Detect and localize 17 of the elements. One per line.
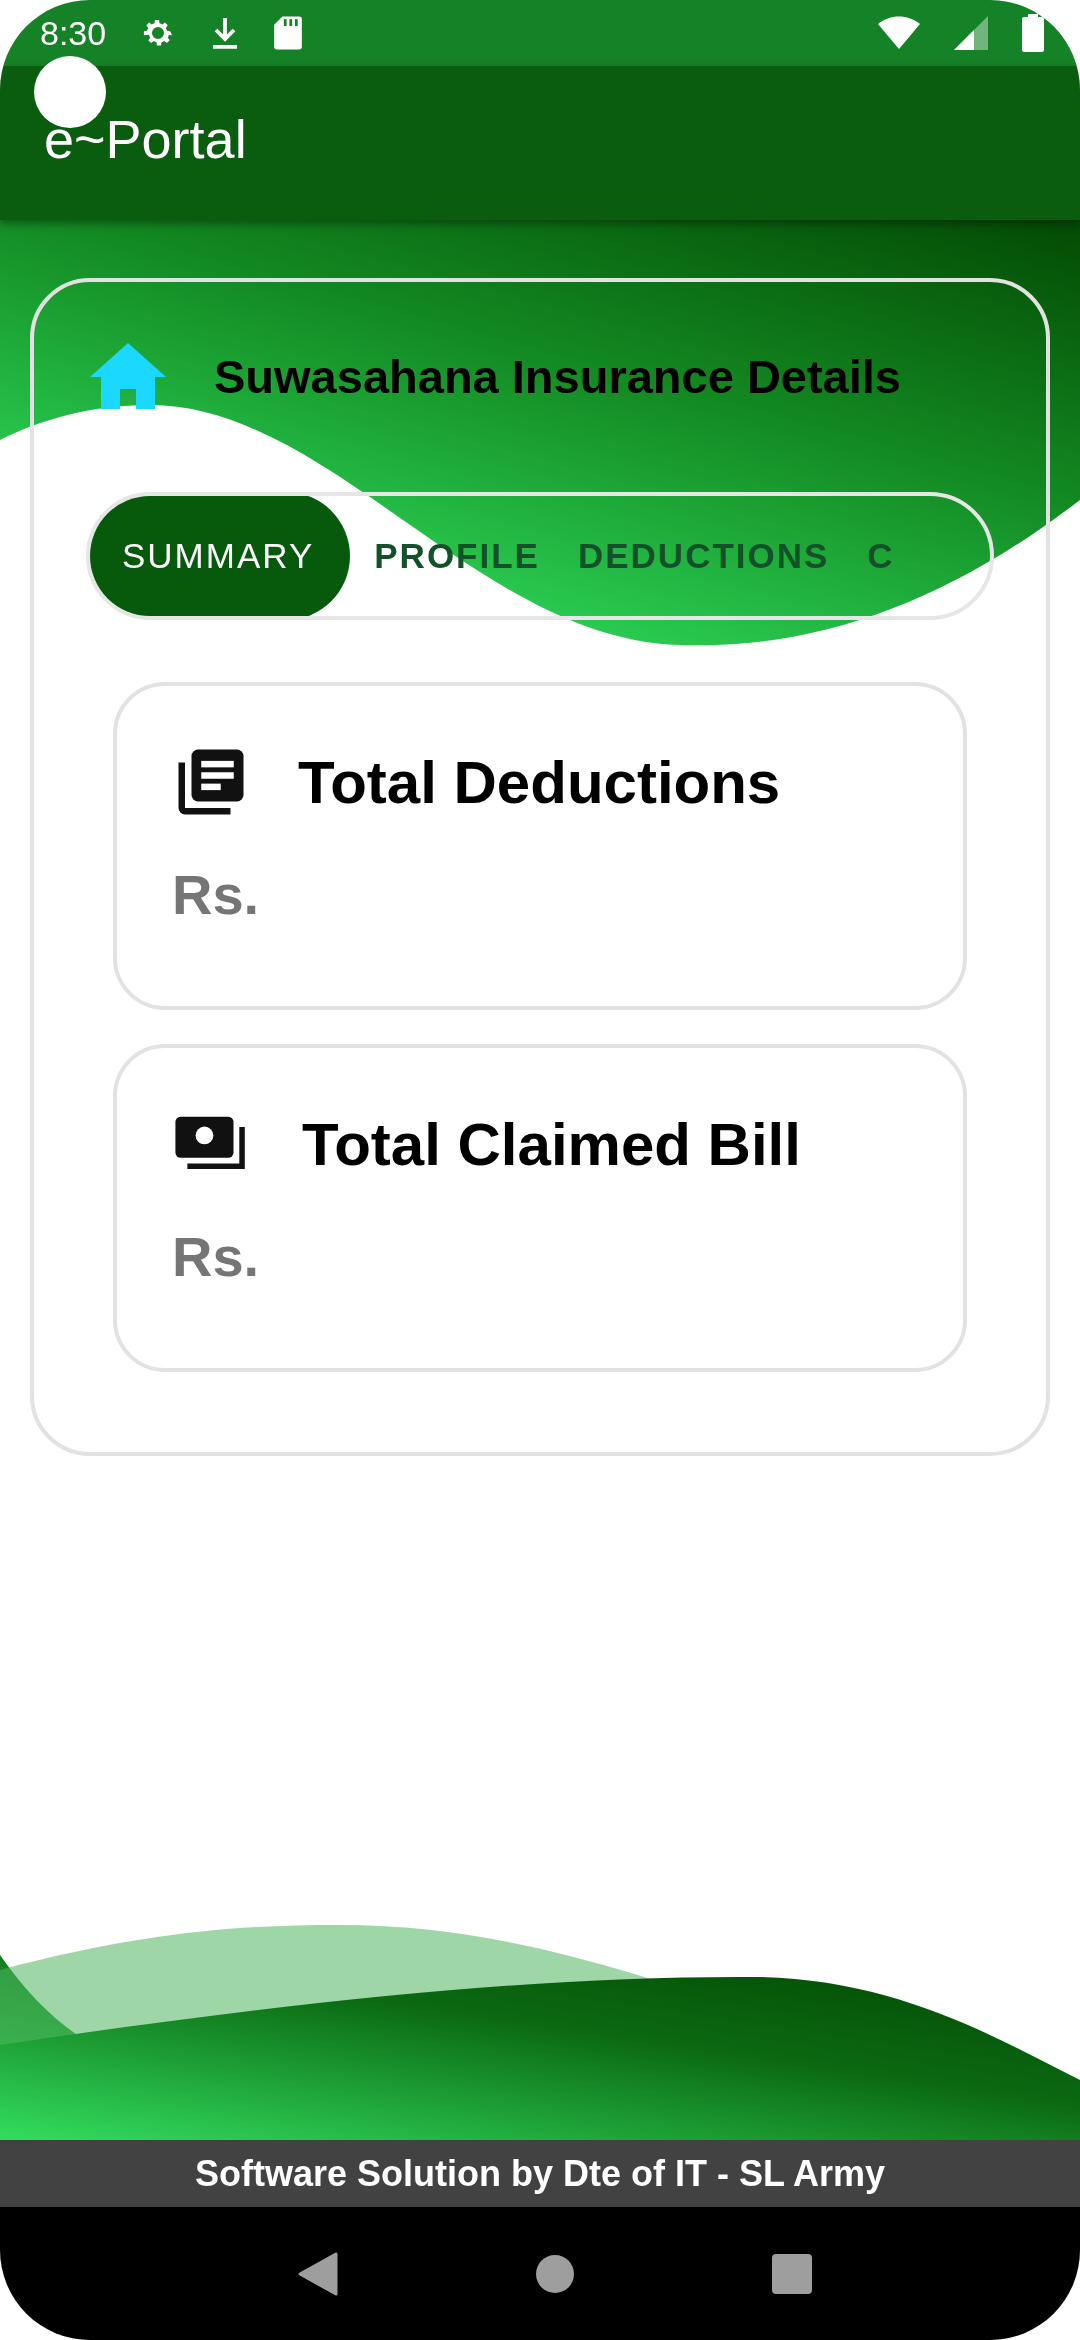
back-icon[interactable] [298,2251,339,2296]
amount-text: Rs. [172,862,261,927]
wifi-icon [878,15,920,51]
home-icon [90,343,166,409]
status-time: 8:30 [40,13,107,53]
footer-credit: Software Solution by Dte of IT - SL Army [194,2152,885,2195]
card-title: Total Deductions [298,747,781,817]
card-title: Total Claimed Bill [302,1109,801,1179]
recents-icon[interactable] [771,2253,812,2294]
sd-card-icon [274,15,303,51]
section-title: Suwasahana Insurance Details [214,348,901,404]
battery-icon [1022,14,1044,52]
signal-icon [954,15,988,51]
home-button-icon[interactable] [535,2253,575,2294]
app-title: e~Portal [44,108,247,170]
amount-text: Rs. [172,1224,261,1289]
tab[interactable]: SUMMARY [90,496,351,616]
